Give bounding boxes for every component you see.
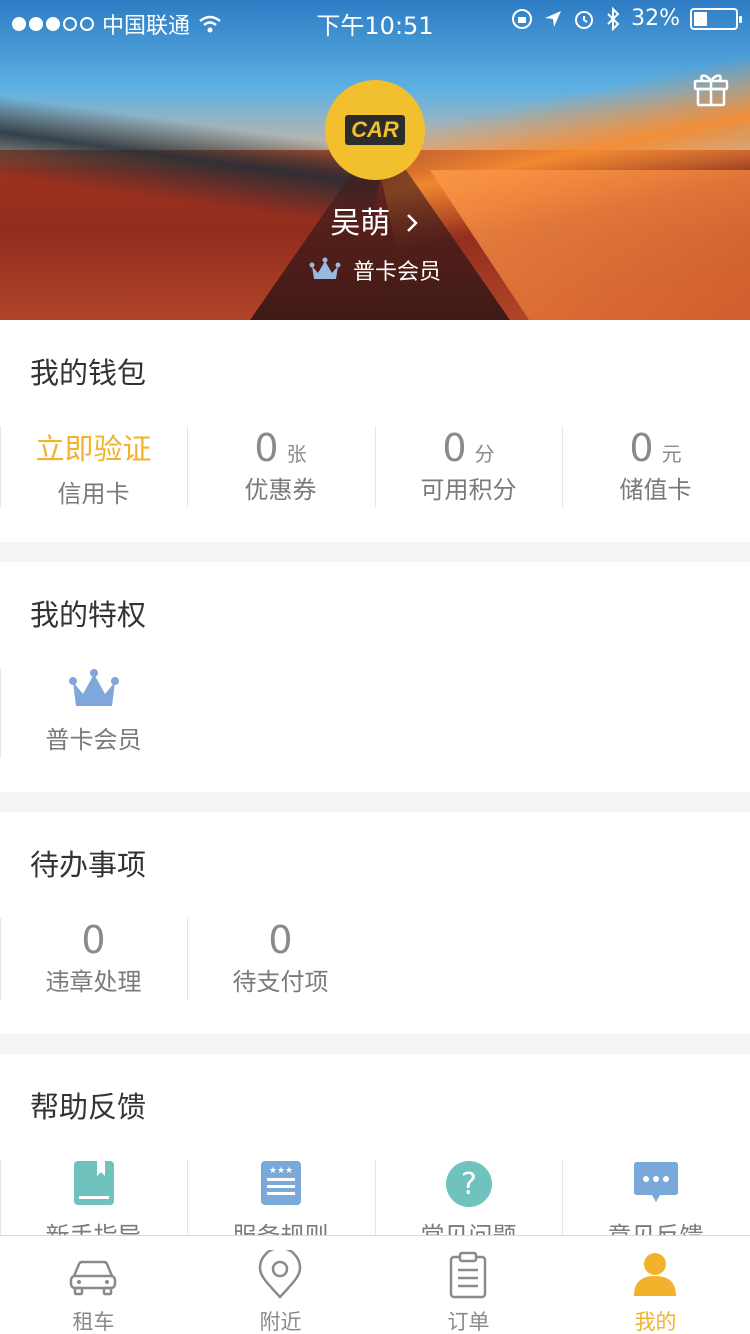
privilege-item[interactable]: 普卡会员 (0, 668, 187, 758)
tab-mine[interactable]: 我的 (562, 1236, 749, 1334)
tab-nearby[interactable]: 附近 (187, 1236, 374, 1334)
wallet-label: 储值卡 (619, 476, 692, 504)
car-icon (69, 1260, 117, 1296)
question-icon: ? (445, 1161, 492, 1207)
location-arrow-icon (545, 10, 562, 27)
help-label: 意见反馈 (562, 1216, 749, 1235)
wallet-unit: 张 (286, 442, 307, 466)
help-label: 服务规则 (187, 1216, 374, 1235)
section-title: 待办事项 (30, 848, 147, 882)
member-badge: 普卡会员 (0, 254, 750, 286)
profile-header: 中国联通 下午10:51 32% CAR 吴萌 普卡会员 (0, 0, 750, 320)
wallet-value: 0 (442, 426, 467, 470)
bluetooth-icon (607, 6, 620, 31)
svg-text:★★★: ★★★ (268, 1166, 292, 1176)
wallet-unit: 元 (661, 442, 682, 466)
wallet-value: 立即验证 (35, 432, 152, 466)
todo-section: 待办事项 0 违章处理 0 待支付项 (0, 812, 750, 1034)
crown-icon (309, 257, 341, 279)
clipboard-icon (449, 1251, 487, 1299)
wallet-stored-value-card[interactable]: 0元 储值卡 (562, 426, 749, 508)
gift-icon[interactable] (692, 70, 730, 108)
help-label: 常见问题 (375, 1216, 562, 1235)
car-logo: CAR (345, 115, 405, 145)
tab-label: 租车 (72, 1310, 115, 1334)
wallet-unit: 分 (474, 442, 495, 466)
tab-label: 我的 (634, 1310, 677, 1334)
todo-value: 0 (81, 918, 106, 962)
rotation-lock-icon (512, 8, 533, 29)
person-icon (634, 1253, 676, 1296)
help-item-faq[interactable]: ? 常见问题 (375, 1160, 562, 1235)
wallet-points[interactable]: 0分 可用积分 (375, 426, 562, 508)
status-bar: 中国联通 下午10:51 32% (0, 0, 750, 40)
wallet-value: 0 (629, 426, 654, 470)
tab-label: 订单 (447, 1310, 490, 1334)
rules-doc-icon: ★★★ (260, 1161, 301, 1205)
tab-bar: 租车 附近 订单 我的 (0, 1235, 750, 1334)
todo-label: 待支付项 (232, 968, 329, 996)
username-link[interactable]: 吴萌 (0, 198, 750, 242)
help-item-guide[interactable]: 新手指导 (0, 1160, 187, 1235)
help-section: 帮助反馈 新手指导 ★★★ 服务规则 ? 常见问题 (0, 1054, 750, 1235)
wallet-label: 可用积分 (420, 476, 517, 504)
privileges-section: 我的特权 普卡会员 (0, 562, 750, 792)
section-title: 我的特权 (30, 598, 147, 632)
chevron-right-icon (406, 214, 418, 232)
todo-violations[interactable]: 0 违章处理 (0, 918, 187, 1000)
section-title: 我的钱包 (30, 356, 147, 390)
wallet-credit-card[interactable]: 立即验证 信用卡 (0, 426, 187, 509)
todo-pending-payments[interactable]: 0 待支付项 (187, 918, 374, 1000)
privilege-label: 普卡会员 (45, 726, 142, 754)
todo-value: 0 (268, 918, 293, 962)
chat-bubble-icon (633, 1162, 678, 1202)
alarm-icon (575, 10, 594, 29)
crown-icon (68, 669, 119, 706)
wallet-label: 优惠券 (244, 476, 317, 504)
tab-orders[interactable]: 订单 (375, 1236, 562, 1334)
member-level: 普卡会员 (352, 260, 441, 285)
username: 吴萌 (330, 206, 391, 241)
guide-book-icon (73, 1161, 114, 1205)
battery-percent: 32% (631, 6, 680, 31)
battery-icon (690, 7, 742, 30)
wallet-section: 我的钱包 立即验证 信用卡 0张 优惠券 0分 可用积分 0元 储值卡 (0, 320, 750, 542)
avatar[interactable]: CAR (325, 80, 425, 180)
tab-label: 附近 (259, 1310, 302, 1334)
help-label: 新手指导 (0, 1216, 187, 1235)
location-pin-icon (258, 1250, 302, 1299)
help-item-rules[interactable]: ★★★ 服务规则 (187, 1160, 374, 1235)
wallet-value: 0 (254, 426, 279, 470)
wallet-coupons[interactable]: 0张 优惠券 (187, 426, 374, 508)
wallet-label: 信用卡 (57, 480, 130, 508)
svg-text:?: ? (461, 1167, 477, 1202)
todo-label: 违章处理 (45, 968, 142, 996)
section-title: 帮助反馈 (30, 1090, 147, 1124)
tab-rent-car[interactable]: 租车 (0, 1236, 187, 1334)
help-item-feedback[interactable]: 意见反馈 (562, 1160, 749, 1235)
